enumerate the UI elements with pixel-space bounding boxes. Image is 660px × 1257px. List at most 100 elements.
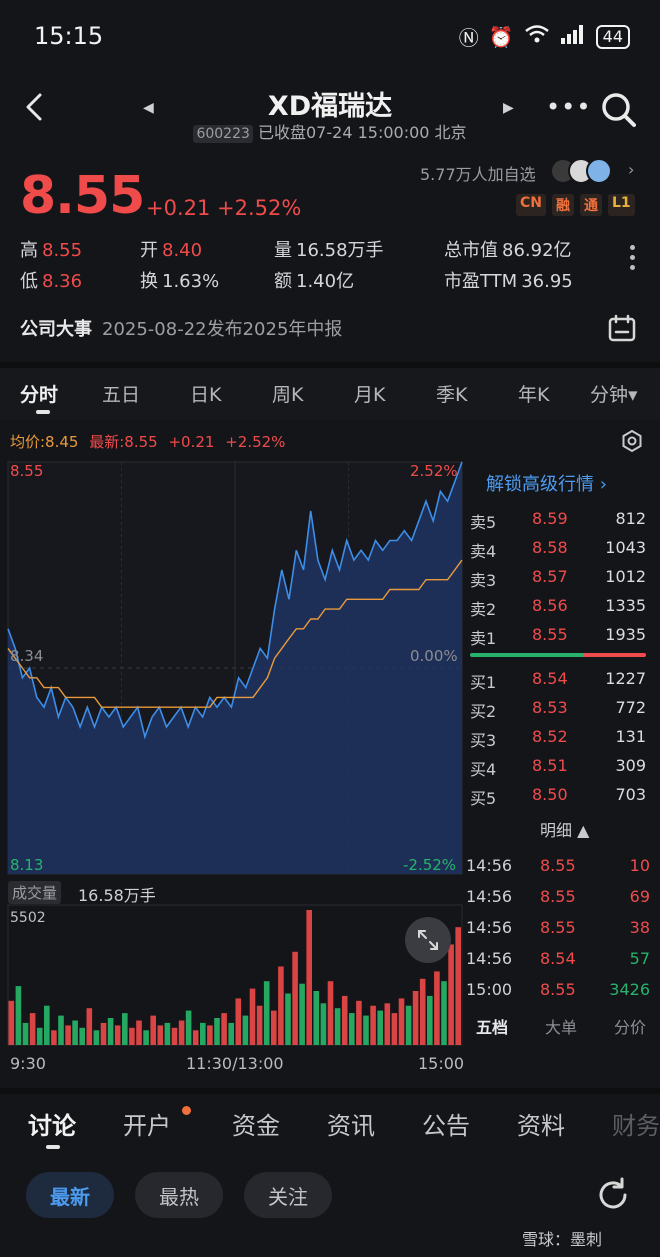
tag-connect: 通 (580, 194, 602, 216)
settings-icon[interactable] (620, 429, 644, 453)
pct-label-mid: 0.00% (410, 647, 458, 665)
stat-high: 高 8.55 (20, 240, 83, 261)
volume-bar (100, 1022, 107, 1045)
tab-profile[interactable]: 资料 (517, 1106, 565, 1141)
volume-max: 5502 (10, 910, 46, 926)
detail-toggle[interactable]: 明细 ▲ (540, 817, 589, 841)
section-divider (0, 1088, 660, 1094)
volume-bar (185, 1010, 192, 1045)
notification-dot (182, 1106, 191, 1115)
status-icons: Ⓝ ⏰ 44 (459, 22, 630, 51)
ask-row-4: 卖4 8.58 1043 (470, 538, 646, 561)
chart-legend: 均价:8.45 最新:8.55 +0.21 +2.52% (10, 431, 285, 452)
stat-amount: 额 1.40亿 (274, 271, 355, 292)
volume-bar (129, 1027, 135, 1045)
volume-bar (107, 1018, 114, 1045)
stat-volume: 量 16.58万手 (274, 240, 384, 261)
tab-large-orders[interactable]: 大单 (545, 1014, 577, 1038)
tab-open-account[interactable]: 开户 (123, 1106, 171, 1141)
volume-bar (192, 1030, 199, 1045)
volume-bar (29, 1013, 36, 1045)
tab-indicator (36, 410, 50, 414)
volume-bar (370, 1005, 376, 1045)
tab-monthly-k[interactable]: 月K (354, 380, 385, 407)
volume-bar (363, 1015, 369, 1045)
volume-bar (412, 991, 419, 1045)
volume-bar (441, 981, 447, 1045)
watermark: 雪球：墨刺 (522, 1230, 603, 1249)
nfc-icon: Ⓝ (458, 26, 479, 50)
volume-bar (278, 966, 284, 1045)
company-event[interactable]: 公司大事 2025-08-22发布2025年中报 (20, 315, 342, 341)
latest-change: +0.21 (168, 433, 215, 451)
refresh-icon[interactable] (594, 1176, 632, 1214)
volume-bar (235, 998, 242, 1045)
intraday-chart[interactable] (0, 455, 466, 1075)
volume-bar (122, 1013, 128, 1045)
volume-bar (263, 981, 270, 1045)
filter-following[interactable]: 关注 (244, 1172, 332, 1218)
volume-bar (405, 1005, 412, 1045)
volume-bar (86, 1008, 93, 1045)
volume-bar (22, 1022, 29, 1045)
ask-row-1: 卖1 8.55 1935 (470, 625, 646, 648)
stat-low: 低 8.36 (20, 271, 83, 292)
calendar-icon[interactable] (608, 314, 636, 342)
chevron-right-icon: › (599, 474, 607, 495)
filter-hot[interactable]: 最热 (135, 1172, 223, 1218)
volume-label[interactable]: 成交量 (8, 881, 62, 904)
tab-five-levels[interactable]: 五档 (476, 1014, 508, 1038)
volume-bar (306, 910, 312, 1045)
tab-financials[interactable]: 财务 (612, 1106, 660, 1141)
avg-price-label: 均价:8.45 (10, 433, 79, 451)
tag-margin: 融 (552, 194, 574, 216)
volume-bar (271, 1010, 277, 1045)
tab-minute[interactable]: 分钟▾ (590, 380, 638, 407)
volume-bar (164, 1022, 171, 1045)
trade-row: 14:56 8.55 10 (466, 856, 650, 875)
tab-intraday[interactable]: 分时 (20, 380, 58, 407)
tab-weekly-k[interactable]: 周K (272, 380, 303, 407)
event-title: 公司大事 (20, 319, 92, 340)
volume-bar (93, 1030, 100, 1045)
stock-tags: CN 融 通 L1 (516, 194, 635, 216)
volume-bar (36, 1027, 43, 1045)
chevron-right-icon[interactable]: › (628, 160, 634, 179)
current-price: 8.55 (20, 166, 145, 226)
volume-bar (334, 1008, 341, 1045)
next-stock-icon[interactable]: ▶ (503, 100, 514, 116)
tab-capital[interactable]: 资金 (232, 1106, 280, 1141)
wifi-icon (524, 24, 550, 49)
filter-latest[interactable]: 最新 (26, 1172, 114, 1218)
expand-icon[interactable] (405, 917, 451, 963)
tab-announcements[interactable]: 公告 (422, 1106, 470, 1141)
volume-bar (242, 1015, 249, 1045)
volume-bar (44, 1005, 50, 1045)
tab-yearly-k[interactable]: 年K (518, 380, 549, 407)
tab-news[interactable]: 资讯 (327, 1106, 375, 1141)
follower-avatars[interactable] (550, 158, 612, 184)
more-icon[interactable]: ••• (546, 93, 591, 121)
bid-row-2: 买2 8.53 772 (470, 698, 646, 721)
tab-discussion[interactable]: 讨论 (28, 1106, 76, 1141)
volume-bar (51, 1030, 57, 1045)
search-icon[interactable] (600, 91, 638, 129)
tab-five-day[interactable]: 五日 (102, 380, 140, 407)
unlock-advanced-quotes[interactable]: 解锁高级行情 › (486, 470, 607, 496)
vertical-more-icon[interactable] (630, 245, 636, 275)
watch-count[interactable]: 5.77万人加自选 (420, 161, 536, 185)
trade-row: 14:56 8.55 38 (466, 918, 650, 937)
volume-bar (114, 1025, 121, 1045)
tab-quarterly-k[interactable]: 季K (436, 380, 467, 407)
volume-bar (136, 1020, 142, 1045)
volume-bar (221, 1013, 227, 1045)
volume-bar (384, 1003, 391, 1045)
volume-bar (143, 1030, 149, 1045)
tab-price-distribution[interactable]: 分价 (614, 1014, 646, 1038)
pct-label-top: 2.52% (410, 462, 458, 480)
y-label-mid: 8.34 (10, 647, 44, 665)
alarm-icon: ⏰ (488, 24, 514, 49)
tab-daily-k[interactable]: 日K (190, 380, 221, 407)
volume-bar (72, 1020, 78, 1045)
volume-bar (377, 1010, 383, 1045)
